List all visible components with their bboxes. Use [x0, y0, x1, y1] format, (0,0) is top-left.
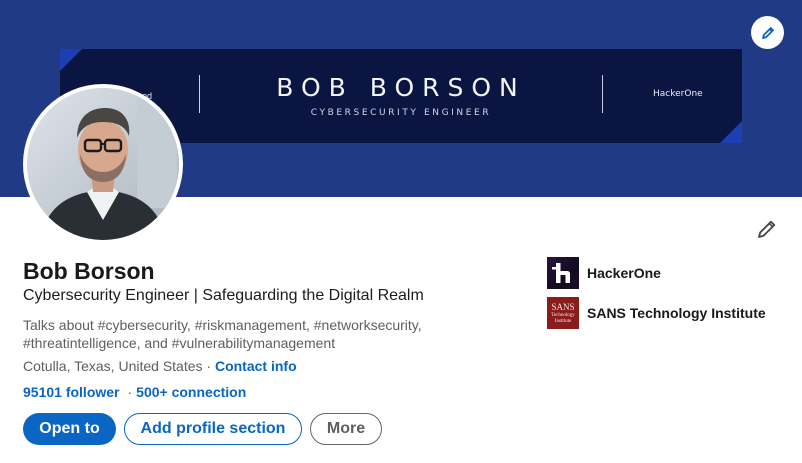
- pencil-icon: [758, 220, 776, 238]
- banner-right-text: HackerOne: [653, 89, 703, 99]
- banner-corner-decoration: [720, 121, 742, 143]
- edit-banner-button[interactable]: [751, 16, 784, 49]
- followers-link[interactable]: 95101 follower: [23, 384, 120, 400]
- profile-name: Bob Borson: [23, 258, 155, 284]
- network-separator: ·: [127, 384, 133, 400]
- hackerone-logo-mark: [552, 263, 570, 283]
- location-line: Cotulla, Texas, United States · Contact …: [23, 358, 297, 374]
- banner-title: BOB BORSON: [276, 73, 526, 102]
- profile-headline: Cybersecurity Engineer | Safeguarding th…: [23, 287, 424, 304]
- organization-name: HackerOne: [587, 265, 661, 281]
- add-profile-section-button[interactable]: Add profile section: [124, 413, 302, 445]
- sans-logo: SANS Technology Institute: [547, 297, 579, 329]
- talks-about: Talks about #cybersecurity, #riskmanagem…: [23, 317, 422, 351]
- profile-photo-illustration: [27, 88, 179, 240]
- more-button[interactable]: More: [310, 413, 382, 445]
- banner-corner-decoration: [60, 49, 82, 71]
- organization-name: SANS Technology Institute: [587, 305, 766, 321]
- open-to-button[interactable]: Open to: [23, 413, 116, 445]
- organization-sans[interactable]: SANS Technology Institute SANS Technolog…: [547, 297, 766, 329]
- hackerone-logo: [547, 257, 579, 289]
- sans-logo-line: Institute: [554, 319, 572, 324]
- connections-link[interactable]: 500+ connection: [136, 384, 246, 400]
- location-separator: ·: [202, 358, 215, 374]
- network-line: 95101 follower · 500+ connection: [23, 384, 246, 400]
- profile-photo: [27, 88, 179, 240]
- sans-logo-line: SANS: [551, 302, 575, 312]
- avatar[interactable]: [23, 84, 183, 244]
- pencil-icon: [761, 26, 774, 39]
- sans-logo-line: Technology: [551, 313, 575, 318]
- edit-intro-button[interactable]: [752, 214, 782, 244]
- organization-hackerone[interactable]: HackerOne: [547, 257, 661, 289]
- banner-divider: [602, 75, 603, 113]
- location: Cotulla, Texas, United States: [23, 358, 203, 374]
- contact-info-link[interactable]: Contact info: [215, 358, 297, 374]
